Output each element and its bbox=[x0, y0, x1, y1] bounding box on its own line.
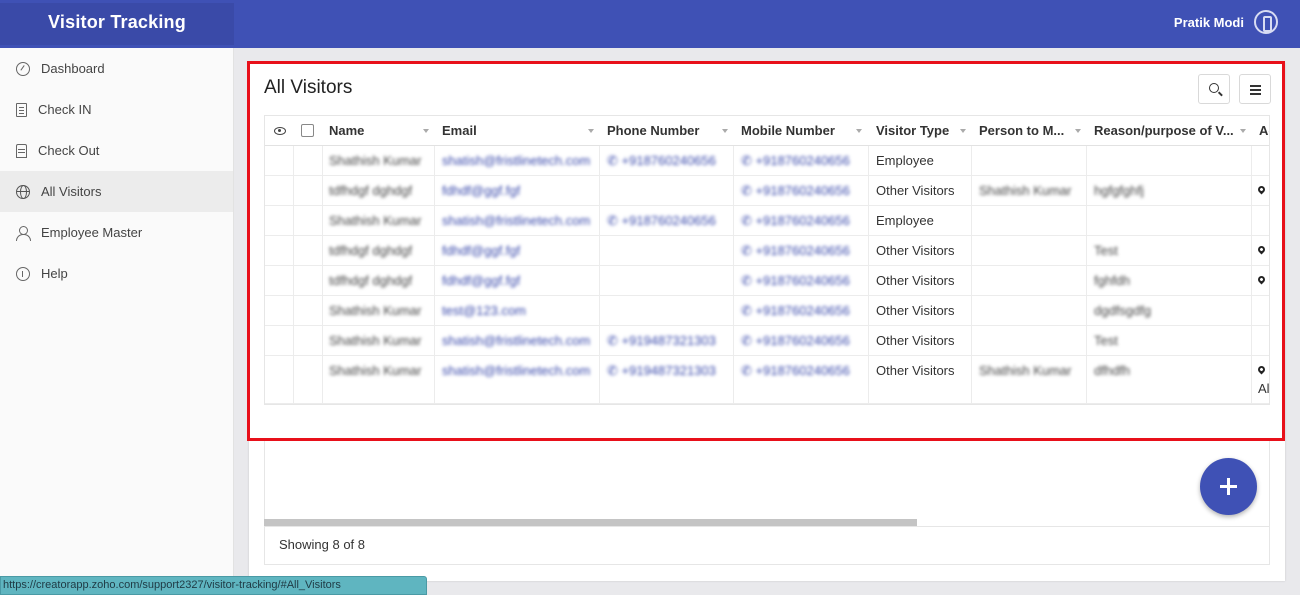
person-to-meet: Shathish Kumar bbox=[979, 183, 1072, 198]
visitor-type: Other Visitors bbox=[876, 333, 955, 348]
visit-reason: Test bbox=[1094, 333, 1118, 348]
dashboard-icon bbox=[16, 61, 30, 76]
visitor-phone[interactable]: ✆ +918760240656 bbox=[607, 146, 716, 176]
location-pin-icon[interactable] bbox=[1258, 236, 1265, 266]
search-button[interactable] bbox=[1198, 74, 1230, 104]
table-header: Name Email Phone Number Mobile Number Vi… bbox=[265, 116, 1269, 146]
page-title: All Visitors bbox=[264, 77, 353, 98]
sidebar-item-label: Check Out bbox=[38, 143, 100, 158]
visitor-name: Shathish Kumar bbox=[329, 153, 422, 168]
check-in-icon bbox=[16, 102, 27, 117]
table-row[interactable]: tdfhdgf dghdgf fdhdf@ggf.fgf ✆ +91876024… bbox=[265, 176, 1269, 206]
visitor-type: Other Visitors bbox=[876, 303, 955, 318]
visitor-mobile[interactable]: ✆ +918760240656 bbox=[741, 326, 850, 356]
visitor-email[interactable]: fdhdf@ggf.fgf bbox=[442, 236, 520, 266]
top-bar: Visitor Tracking Pratik Modi bbox=[0, 0, 1300, 48]
eye-icon[interactable] bbox=[274, 127, 286, 135]
globe-icon bbox=[16, 184, 30, 199]
visitor-email[interactable]: shatish@fristlinetech.com bbox=[442, 206, 590, 236]
user-avatar-icon[interactable] bbox=[1254, 10, 1278, 34]
visitor-type: Other Visitors bbox=[876, 183, 955, 198]
table-row[interactable]: Shathish Kumar shatish@fristlinetech.com… bbox=[265, 146, 1269, 176]
visit-reason: dgdfsgdfg bbox=[1094, 303, 1152, 318]
visitor-phone[interactable]: ✆ +919487321303 bbox=[607, 326, 716, 356]
sidebar-item-check-out[interactable]: Check Out bbox=[0, 130, 233, 171]
sidebar-item-all-visitors[interactable]: All Visitors bbox=[0, 171, 233, 212]
column-header-action[interactable]: Ac bbox=[1259, 116, 1269, 146]
column-header-person[interactable]: Person to M... bbox=[979, 116, 1085, 146]
table-row[interactable]: tdfhdgf dghdgf fdhdf@ggf.fgf ✆ +91876024… bbox=[265, 236, 1269, 266]
person-to-meet: Shathish Kumar bbox=[979, 363, 1072, 378]
visitor-phone[interactable]: ✆ +918760240656 bbox=[607, 206, 716, 236]
visitor-name: tdfhdgf dghdgf bbox=[329, 183, 413, 198]
sidebar-item-label: Help bbox=[41, 266, 68, 281]
visitor-type: Other Visitors bbox=[876, 363, 955, 378]
visitor-name: Shathish Kumar bbox=[329, 363, 422, 378]
visit-reason: dfhdfh bbox=[1094, 363, 1131, 378]
visitor-email[interactable]: fdhdf@ggf.fgf bbox=[442, 176, 520, 206]
sidebar-item-dashboard[interactable]: Dashboard bbox=[0, 48, 233, 89]
visit-reason: hgfgfghfj bbox=[1094, 183, 1144, 198]
column-header-reason[interactable]: Reason/purpose of V... bbox=[1094, 116, 1250, 146]
visitor-mobile[interactable]: ✆ +918760240656 bbox=[741, 146, 850, 176]
visitor-mobile[interactable]: ✆ +918760240656 bbox=[741, 296, 850, 326]
location-pin-icon[interactable] bbox=[1258, 176, 1265, 206]
visitor-name: tdfhdgf dghdgf bbox=[329, 243, 413, 258]
visitor-mobile[interactable]: ✆ +918760240656 bbox=[741, 236, 850, 266]
visitor-mobile[interactable]: ✆ +918760240656 bbox=[741, 266, 850, 296]
sidebar-item-help[interactable]: Help bbox=[0, 253, 233, 294]
visitor-type: Employee bbox=[876, 153, 934, 168]
column-header-visitor-type[interactable]: Visitor Type bbox=[876, 116, 970, 146]
table-row[interactable]: Shathish Kumar test@123.com ✆ +918760240… bbox=[265, 296, 1269, 326]
visitors-card: All Visitors Name Email Phone Number Mob… bbox=[249, 63, 1285, 581]
horizontal-scrollbar[interactable] bbox=[264, 519, 917, 526]
menu-button[interactable] bbox=[1239, 74, 1271, 104]
column-header-name[interactable]: Name bbox=[329, 116, 433, 146]
visitor-name: Shathish Kumar bbox=[329, 333, 422, 348]
app-title[interactable]: Visitor Tracking bbox=[0, 3, 234, 45]
visitor-mobile[interactable]: ✆ +918760240656 bbox=[741, 356, 850, 386]
visitor-phone[interactable]: ✆ +919487321303 bbox=[607, 356, 716, 386]
user-icon bbox=[16, 225, 31, 241]
sidebar-item-check-in[interactable]: Check IN bbox=[0, 89, 233, 130]
visit-reason: Test bbox=[1094, 243, 1118, 258]
sidebar-item-employee-master[interactable]: Employee Master bbox=[0, 212, 233, 253]
help-icon bbox=[16, 266, 30, 281]
action-text: Al bbox=[1258, 381, 1270, 396]
table-row[interactable]: Shathish Kumar shatish@fristlinetech.com… bbox=[265, 356, 1270, 404]
column-header-phone[interactable]: Phone Number bbox=[607, 116, 732, 146]
visit-reason: fghfdh bbox=[1094, 273, 1131, 288]
sidebar-item-label: Employee Master bbox=[41, 225, 143, 240]
visitor-email[interactable]: shatish@fristlinetech.com bbox=[442, 146, 590, 176]
visitor-email[interactable]: test@123.com bbox=[442, 296, 526, 326]
visitor-type: Other Visitors bbox=[876, 243, 955, 258]
column-header-mobile[interactable]: Mobile Number bbox=[741, 116, 866, 146]
sidebar-item-label: Dashboard bbox=[41, 61, 105, 76]
sidebar: Dashboard Check IN Check Out All Visitor… bbox=[0, 48, 234, 595]
visitors-table: Name Email Phone Number Mobile Number Vi… bbox=[264, 115, 1270, 405]
table-row[interactable]: tdfhdgf dghdgf fdhdf@ggf.fgf ✆ +91876024… bbox=[265, 266, 1269, 296]
status-url: https://creatorapp.zoho.com/support2327/… bbox=[0, 576, 427, 595]
sidebar-item-label: Check IN bbox=[38, 102, 92, 117]
check-out-icon bbox=[16, 143, 27, 158]
table-row[interactable]: Shathish Kumar shatish@fristlinetech.com… bbox=[265, 326, 1269, 356]
visitor-name: Shathish Kumar bbox=[329, 213, 422, 228]
visitor-type: Employee bbox=[876, 213, 934, 228]
visitor-name: Shathish Kumar bbox=[329, 303, 422, 318]
select-all-checkbox[interactable] bbox=[301, 124, 314, 137]
visitor-email[interactable]: shatish@fristlinetech.com bbox=[442, 326, 590, 356]
visitor-name: tdfhdgf dghdgf bbox=[329, 273, 413, 288]
visitor-mobile[interactable]: ✆ +918760240656 bbox=[741, 206, 850, 236]
visitor-mobile[interactable]: ✆ +918760240656 bbox=[741, 176, 850, 206]
visitor-email[interactable]: shatish@fristlinetech.com bbox=[442, 356, 590, 386]
visitor-type: Other Visitors bbox=[876, 273, 955, 288]
column-header-email[interactable]: Email bbox=[442, 116, 598, 146]
location-pin-icon[interactable] bbox=[1258, 266, 1265, 296]
sidebar-item-label: All Visitors bbox=[41, 184, 102, 199]
table-row[interactable]: Shathish Kumar shatish@fristlinetech.com… bbox=[265, 206, 1269, 236]
visitor-email[interactable]: fdhdf@ggf.fgf bbox=[442, 266, 520, 296]
record-count: Showing 8 of 8 bbox=[279, 537, 366, 552]
add-visitor-button[interactable] bbox=[1200, 458, 1257, 515]
user-name[interactable]: Pratik Modi bbox=[1174, 15, 1244, 30]
